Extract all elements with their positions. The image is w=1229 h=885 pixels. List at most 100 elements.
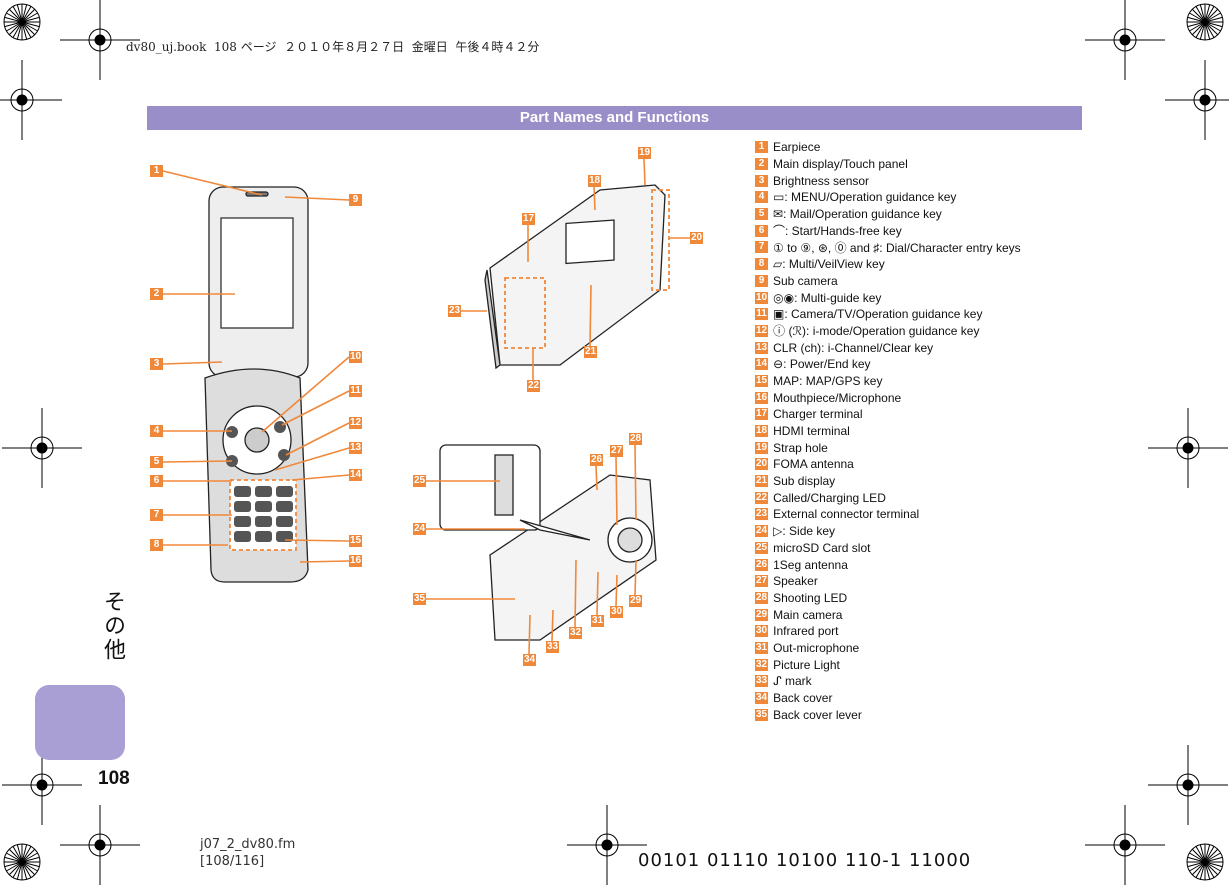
list-item: 10 ◎◉: Multi-guide key [755,289,1021,306]
callout-number: 11 [349,385,362,397]
item-label: ᔑ mark [773,674,812,689]
list-item: 13 CLR (ch): i-Channel/Clear key [755,339,1021,356]
callout-number: 8 [150,539,163,551]
list-item: 26 1Seg antenna [755,556,1021,573]
item-label: microSD Card slot [773,540,871,555]
item-number-badge: 6 [755,224,768,237]
item-label: Mouthpiece/Microphone [773,390,902,405]
list-item: 14 ⊖: Power/End key [755,356,1021,373]
item-label: Called/Charging LED [773,490,886,505]
list-item: 28 Shooting LED [755,590,1021,607]
item-number-badge: 14 [755,358,769,371]
callout-number: 12 [349,417,363,429]
callout-number: 27 [610,445,624,457]
list-item: 19 Strap hole [755,439,1021,456]
callout-leader [634,444,637,521]
dial-key [234,531,251,542]
callout-number: 17 [522,213,536,225]
item-number-badge: 22 [755,491,769,504]
item-label: FOMA antenna [773,457,854,472]
side-tab[interactable] [35,685,125,760]
callout-number: 26 [590,454,604,466]
list-item: 32 Picture Light [755,656,1021,673]
dial-key [255,516,272,527]
item-number-badge: 35 [755,708,769,721]
list-item: 27 Speaker [755,573,1021,590]
dial-key [255,501,272,512]
item-label: 1Seg antenna [773,557,848,572]
registration-marks [0,0,1229,885]
list-item: 29 Main camera [755,606,1021,623]
list-item: 16 Mouthpiece/Microphone [755,389,1021,406]
list-item: 2 Main display/Touch panel [755,156,1021,173]
callout-number: 33 [546,641,560,653]
item-number-badge: 13 [755,341,769,354]
footer-code: 00101 01110 10100 110-1 11000 [638,850,972,871]
callout-number: 22 [527,380,541,392]
callout-number: 20 [690,232,704,244]
item-number-badge: 15 [755,374,769,387]
list-item: 18 HDMI terminal [755,423,1021,440]
dial-key [276,501,293,512]
list-item: 12 ⓘ (ℛ): i-mode/Operation guidance key [755,323,1021,340]
callout-number: 3 [150,358,163,370]
item-number-badge: 19 [755,441,769,454]
list-item: 8 ▱: Multi/VeilView key [755,256,1021,273]
list-item: 17 Charger terminal [755,406,1021,423]
list-item: 35 Back cover lever [755,706,1021,723]
list-item: 34 Back cover [755,690,1021,707]
callout-number: 23 [448,305,462,317]
callout-leader [596,571,599,616]
item-label: HDMI terminal [773,424,850,439]
item-number-badge: 11 [755,308,768,321]
item-label: ⌒: Start/Hands-free key [773,224,902,239]
callout-number: 7 [150,509,163,521]
list-item: 1 Earpiece [755,139,1021,156]
callout-number: 25 [413,475,427,487]
print-header: dv80_uj.book 108 ページ ２０１０年８月２７日 金曜日 午後４時… [126,40,540,54]
phone-closed-illustration [484,184,670,370]
callout-number: 10 [349,351,363,363]
callout-number: 6 [150,475,163,487]
item-number-badge: 30 [755,625,769,638]
item-number-badge: 28 [755,591,769,604]
item-number-badge: 16 [755,391,769,404]
item-number-badge: 4 [755,191,768,204]
dial-key [234,516,251,527]
callout-number: 28 [629,433,643,445]
callout-number: 24 [413,523,427,535]
list-item: 22 Called/Charging LED [755,489,1021,506]
list-item: 15 MAP: MAP/GPS key [755,373,1021,390]
footer-filename: j07_2_dv80.fm [200,837,296,852]
item-number-badge: 9 [755,274,768,287]
item-label: Picture Light [773,657,840,672]
list-item: 21 Sub display [755,473,1021,490]
item-number-badge: 8 [755,258,768,271]
item-label: MAP: MAP/GPS key [773,373,883,388]
item-label: Main display/Touch panel [773,157,908,172]
callout-leader [284,539,350,542]
list-item: 5 ✉: Mail/Operation guidance key [755,206,1021,223]
callout-leader [299,560,350,563]
list-item: 23 External connector terminal [755,506,1021,523]
list-item: 24 ▷: Side key [755,523,1021,540]
dial-key [234,486,251,497]
list-item: 31 Out-microphone [755,640,1021,657]
phone-front-illustration [204,186,309,583]
dial-key [255,531,272,542]
item-label: Main camera [773,607,843,622]
dial-key [255,486,272,497]
item-number-badge: 24 [755,525,769,538]
callout-number: 18 [588,175,602,187]
item-label: Sub camera [773,273,838,288]
item-number-badge: 7 [755,241,768,254]
side-tab-label: その他 [100,590,125,662]
callout-number: 34 [523,654,537,666]
item-label: Earpiece [773,140,821,155]
callout-number: 35 [413,593,427,605]
list-item: 4 ▭: MENU/Operation guidance key [755,189,1021,206]
item-number-badge: 17 [755,408,769,421]
item-label: ▷: Side key [773,524,836,539]
item-number-badge: 1 [755,141,768,154]
callout-number: 15 [349,535,363,547]
